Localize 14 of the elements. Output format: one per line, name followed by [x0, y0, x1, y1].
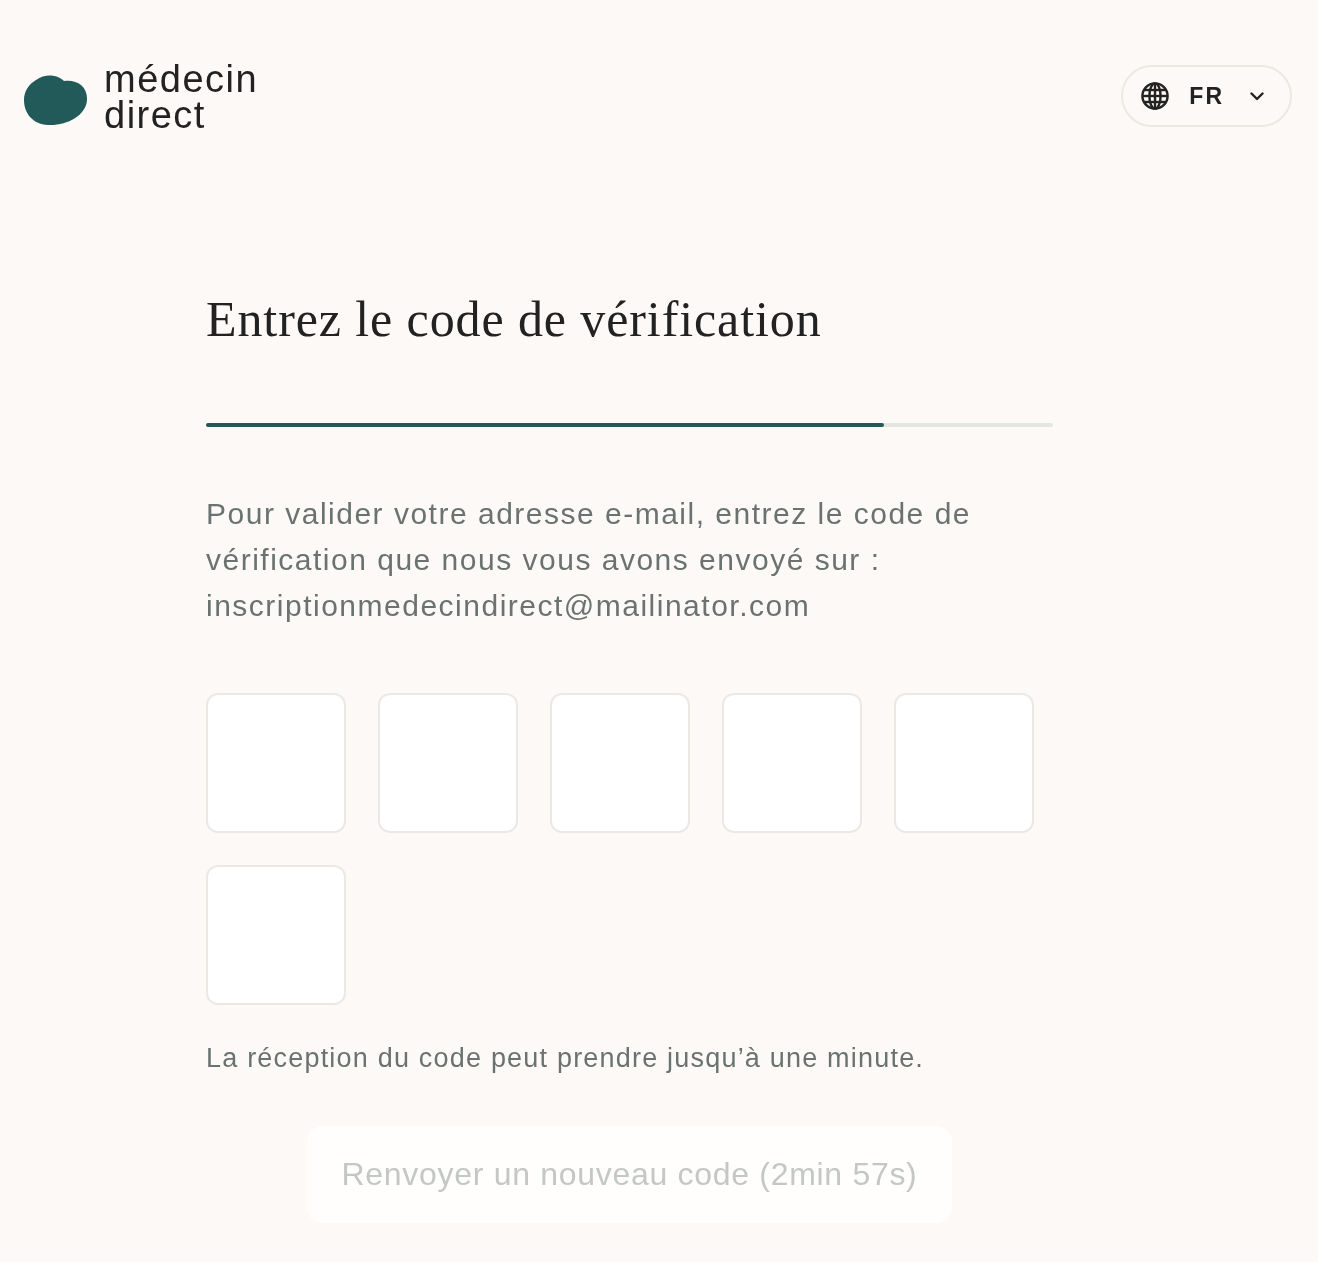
code-digit-field[interactable]: [206, 865, 346, 1005]
language-selector[interactable]: FR: [1121, 65, 1292, 127]
code-digit-field[interactable]: [206, 693, 346, 833]
logo-wordmark: médecin direct: [104, 61, 259, 133]
code-digit-field[interactable]: [722, 693, 862, 833]
hint-text: La réception du code peut prendre jusqu’à une minute.: [206, 1042, 926, 1075]
globe-icon: [1141, 82, 1170, 110]
logo-icon: [24, 74, 88, 126]
instructions-text: Pour valider votre adresse e-mail, entrez le code de vérification que nous vous avons envoyé sur : inscriptionmedecindirect@mailinator.com: [206, 496, 972, 624]
page-title: Entrez le code de vérification: [206, 290, 823, 348]
chevron-down-icon: [1250, 91, 1264, 101]
code-digit-field[interactable]: [550, 693, 690, 833]
code-digit-field[interactable]: [894, 693, 1034, 833]
code-digit-field[interactable]: [378, 693, 518, 833]
